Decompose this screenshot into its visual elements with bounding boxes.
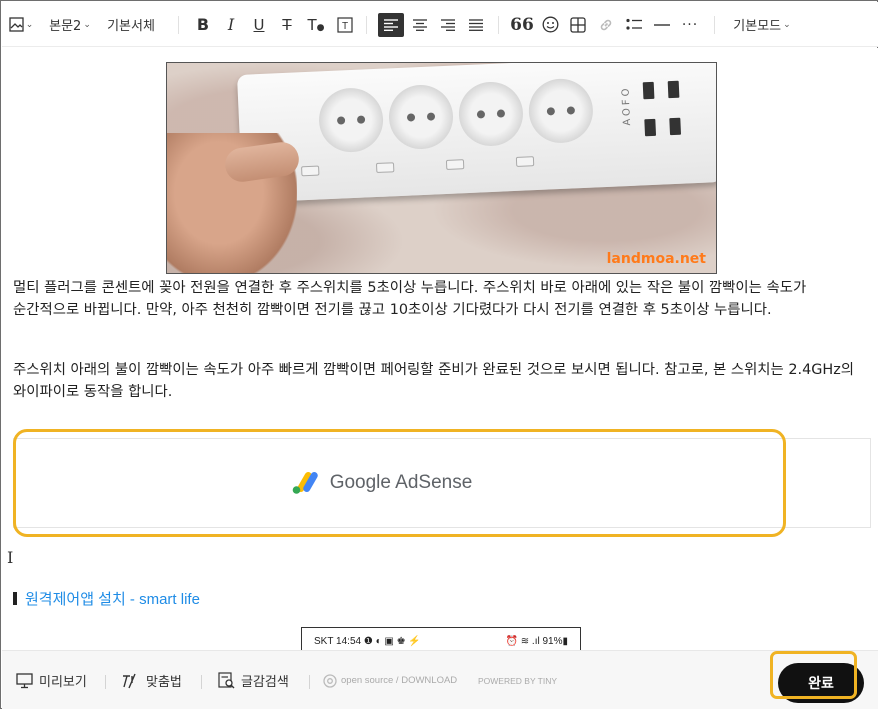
link-button[interactable] xyxy=(593,2,619,47)
editor-bottom-bar: 미리보기 맞춤법 글감검색 open source / DOWNLOAD POW… xyxy=(2,650,878,709)
underline-icon: U xyxy=(253,15,265,34)
switch xyxy=(515,156,535,167)
editor-content[interactable]: AOFO landmoa.net 멀티 플러그를 콘센트에 꽂아 전원을 연결한… xyxy=(2,48,878,650)
insert-image-button[interactable]: ⌄ xyxy=(6,2,36,47)
align-center-button[interactable] xyxy=(407,2,433,47)
editor-toolbar: ⌄ 본문2 ⌄ 기본서체 B I U T T● T 66 ··· 기본모드 ⌄ xyxy=(2,2,878,47)
usb-port xyxy=(669,117,682,136)
chevron-down-icon: ⌄ xyxy=(25,19,34,30)
align-justify-icon xyxy=(469,18,483,31)
socket xyxy=(457,80,525,148)
monitor-icon xyxy=(16,672,33,688)
usb-port xyxy=(642,81,655,100)
svg-text:T: T xyxy=(342,21,348,32)
open-source-link[interactable]: open source / DOWNLOAD xyxy=(323,651,457,709)
phone-screenshot[interactable]: SKT 14:54 ❶ ◐ ▣ ♚ ⚡ ⏰ ≋ .ıl 91%▮ xyxy=(301,627,581,650)
bullet-list-button[interactable] xyxy=(621,2,647,47)
font-family-label: 기본서체 xyxy=(107,19,155,34)
italic-button[interactable]: I xyxy=(219,2,243,47)
align-right-icon xyxy=(441,18,455,31)
bottom-divider xyxy=(309,675,310,689)
chevron-down-icon: ⌄ xyxy=(783,19,791,30)
align-left-button[interactable] xyxy=(378,13,404,37)
switch xyxy=(445,159,465,170)
underline-button[interactable]: U xyxy=(247,2,271,47)
paragraph-pairing-step: 멀티 플러그를 콘센트에 꽂아 전원을 연결한 후 주스위치를 5초이상 누릅니… xyxy=(13,280,807,318)
align-left-icon xyxy=(384,19,398,31)
italic-icon: I xyxy=(227,15,235,34)
more-options-button[interactable]: ··· xyxy=(677,2,703,47)
spellcheck-button[interactable]: 맞춤법 xyxy=(122,651,182,709)
text-color-icon: T● xyxy=(307,15,325,34)
table-icon xyxy=(570,16,586,33)
font-family-select[interactable]: 기본서체 xyxy=(102,2,160,47)
strikethrough-icon: T xyxy=(282,15,292,34)
bullet-list-icon xyxy=(626,18,642,30)
material-search-label: 글감검색 xyxy=(241,675,289,690)
smiley-icon xyxy=(542,16,558,33)
editor-mode-label: 기본모드 xyxy=(733,19,782,34)
open-source-label: open source / DOWNLOAD xyxy=(341,675,458,686)
paragraph-style-select[interactable]: 본문2 ⌄ xyxy=(46,2,94,47)
open-source-icon xyxy=(323,673,337,688)
material-search-button[interactable]: 글감검색 xyxy=(218,651,289,709)
spellcheck-icon xyxy=(123,673,136,688)
usb-port xyxy=(667,80,680,99)
heading-bar xyxy=(13,592,17,605)
toolbar-divider xyxy=(178,16,179,34)
text-color-button[interactable]: T● xyxy=(303,2,329,47)
quote-icon: 66 xyxy=(510,14,534,35)
adsense-highlight-outline xyxy=(13,429,786,537)
toolbar-divider xyxy=(714,16,715,34)
toolbar-divider xyxy=(366,16,367,34)
socket xyxy=(527,77,595,145)
chevron-down-icon: ⌄ xyxy=(83,19,91,30)
align-center-icon xyxy=(413,18,427,31)
spellcheck-label: 맞춤법 xyxy=(146,675,182,690)
text-cursor-icon: I xyxy=(7,548,14,567)
smart-life-app-link[interactable]: 원격제어앱 설치 - smart life xyxy=(25,588,200,609)
strip-brand: AOFO xyxy=(620,85,634,126)
socket xyxy=(387,83,455,151)
preview-label: 미리보기 xyxy=(39,675,87,690)
phone-status-right: ⏰ ≋ .ıl 91%▮ xyxy=(505,636,568,647)
emoticon-button[interactable] xyxy=(537,2,563,47)
paragraph-style-label: 본문2 xyxy=(49,19,82,34)
main-switch xyxy=(301,165,320,177)
done-highlight-outline xyxy=(770,651,857,699)
bold-icon: B xyxy=(196,15,210,34)
editor-mode-select[interactable]: 기본모드 ⌄ xyxy=(726,2,798,47)
quote-button[interactable]: 66 xyxy=(509,2,535,47)
toolbar-divider xyxy=(498,16,499,34)
powered-by-label: POWERED BY TINY xyxy=(478,675,558,686)
switch xyxy=(375,162,395,174)
more-icon: ··· xyxy=(681,16,699,33)
horizontal-rule-button[interactable] xyxy=(649,2,675,47)
paragraph-pairing-ready: 주스위치 아래의 불이 깜빡이는 속도가 아주 빠르게 깜빡이면 페어링할 준비… xyxy=(13,362,855,400)
editor-window: ⌄ 본문2 ⌄ 기본서체 B I U T T● T 66 ··· 기본모드 ⌄ … xyxy=(0,0,878,709)
link-icon xyxy=(600,19,612,30)
image-watermark: landmoa.net xyxy=(606,251,706,267)
align-right-button[interactable] xyxy=(435,2,461,47)
strikethrough-button[interactable]: T xyxy=(275,2,299,47)
preview-button[interactable]: 미리보기 xyxy=(16,651,87,709)
phone-status-left: SKT 14:54 ❶ ◐ ▣ ♚ ⚡ xyxy=(314,636,421,647)
section-heading: 원격제어앱 설치 - smart life xyxy=(13,588,200,609)
socket xyxy=(317,86,385,154)
text-background-button[interactable]: T xyxy=(333,2,357,47)
horizontal-line-icon xyxy=(654,23,670,26)
text-background-icon: T xyxy=(337,16,353,33)
bold-button[interactable]: B xyxy=(191,2,215,47)
usb-port xyxy=(644,118,657,137)
image-icon xyxy=(9,17,24,32)
bottom-divider xyxy=(105,675,106,689)
bottom-divider xyxy=(201,675,202,689)
power-strip: AOFO xyxy=(237,63,716,203)
material-search-icon xyxy=(218,672,235,689)
power-strip-photo[interactable]: AOFO landmoa.net xyxy=(166,62,717,274)
phone-status-bar: SKT 14:54 ❶ ◐ ▣ ♚ ⚡ ⏰ ≋ .ıl 91%▮ xyxy=(314,636,568,647)
align-justify-button[interactable] xyxy=(463,2,489,47)
table-button[interactable] xyxy=(565,2,591,47)
powered-by-tiny: POWERED BY TINY xyxy=(478,651,557,709)
